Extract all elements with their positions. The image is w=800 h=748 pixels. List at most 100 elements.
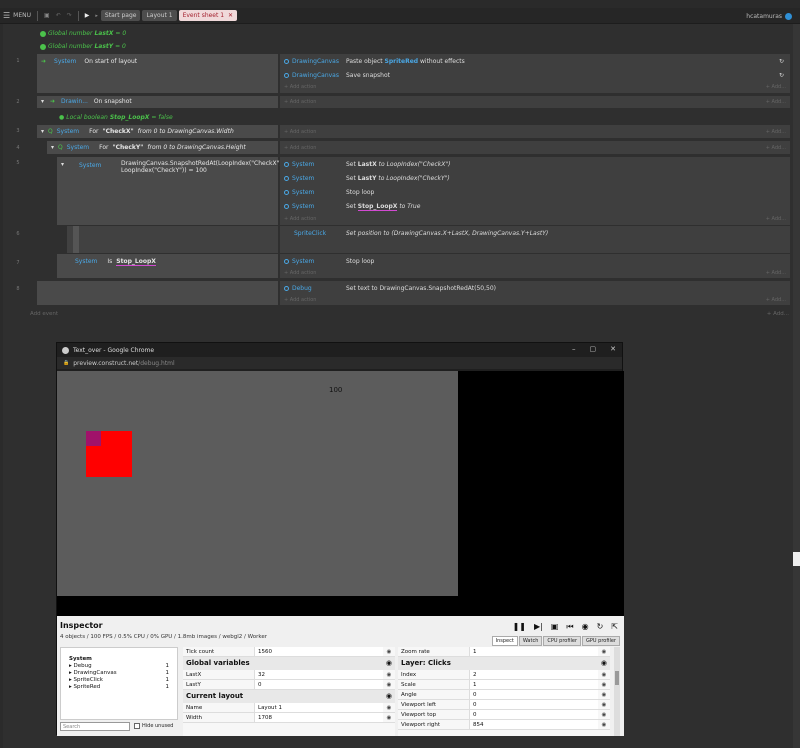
refresh-icon[interactable]: ↻	[779, 72, 784, 79]
action-row[interactable]: System Set Stop_LoopX to True	[280, 199, 790, 213]
chrome-titlebar[interactable]: Text_over - Google Chrome	[57, 343, 622, 357]
add-action-link[interactable]: + Add action + Add...	[280, 268, 790, 278]
property-row[interactable]: Tick count 1560 ◉	[183, 647, 395, 657]
collapse-icon[interactable]: ▾	[51, 144, 54, 151]
add-action-link[interactable]: + Add action + Add...	[280, 295, 790, 305]
property-row[interactable]: Angle 0 ◉	[398, 690, 610, 700]
tab-cpu-profiler[interactable]: CPU profiler	[543, 636, 581, 646]
event-6-condition[interactable]	[67, 226, 278, 253]
add-action-link[interactable]: + Add action + Add...	[280, 127, 790, 137]
event-1-condition[interactable]: ➜ System On start of layout	[37, 54, 278, 93]
tree-item[interactable]: System	[69, 656, 169, 663]
undo-icon[interactable]: ↶	[53, 8, 64, 24]
global-variable-lasty[interactable]: Global number LastY = 0	[3, 41, 793, 52]
tree-item[interactable]: ▸ SpriteClick 1	[69, 677, 169, 684]
tab-start-page[interactable]: Start page	[100, 10, 141, 21]
redo-icon[interactable]: ↷	[64, 8, 75, 24]
global-variable-lastx[interactable]: Global number LastX = 0	[3, 28, 793, 39]
tree-item[interactable]: ▸ Debug 1	[69, 663, 169, 670]
save-icon[interactable]: ▣	[41, 8, 53, 24]
property-row[interactable]: Scale 1 ◉	[398, 680, 610, 690]
event-3-condition[interactable]: ▾ Q System For "CheckX" from 0 to Drawin…	[37, 125, 278, 138]
camera-icon[interactable]: ◉	[582, 622, 589, 632]
tab-label: Event sheet 1	[182, 12, 225, 19]
collapse-icon[interactable]: ▾	[61, 161, 64, 168]
tab-gpu-profiler[interactable]: GPU profiler	[582, 636, 620, 646]
search-input[interactable]: Search	[60, 722, 130, 731]
property-row[interactable]: Viewport top 0 ◉	[398, 710, 610, 720]
eye-icon[interactable]: ◉	[598, 670, 610, 679]
action-row[interactable]: System Stop loop	[280, 185, 790, 199]
inspector-scrollbar[interactable]	[614, 647, 620, 736]
event-2-condition[interactable]: ▾ ➜ Drawin... On snapshot	[37, 96, 278, 108]
address-bar[interactable]: 🔒 preview.construct.net/debug.html	[57, 357, 622, 369]
rewind-icon[interactable]: ⏮	[566, 622, 573, 632]
local-variable[interactable]: ● Local boolean Stop_LoopX = false	[3, 112, 793, 122]
tree-item[interactable]: ▸ DrawingCanvas 1	[69, 670, 169, 677]
action-row[interactable]: SpriteClick Set position to (DrawingCanv…	[280, 226, 790, 240]
maximize-icon[interactable]: ▢	[590, 345, 597, 353]
popout-icon[interactable]: ⇱	[611, 622, 618, 632]
eye-icon[interactable]: ◉	[383, 703, 395, 712]
event-4-condition[interactable]: ▾ Q System For "CheckY" from 0 to Drawin…	[47, 141, 278, 154]
eye-icon[interactable]: ◉	[598, 710, 610, 719]
tab-inspect[interactable]: Inspect	[491, 636, 518, 646]
eye-icon[interactable]: ◉	[598, 720, 610, 729]
eye-icon[interactable]: ◉	[598, 680, 610, 689]
action-row[interactable]: System Stop loop	[280, 254, 790, 268]
close-icon[interactable]: ✕	[228, 12, 233, 19]
user-account[interactable]: hcatamuras	[746, 8, 792, 24]
property-row[interactable]: Viewport right 854 ◉	[398, 720, 610, 730]
eye-icon[interactable]: ◉	[601, 657, 607, 670]
refresh-icon[interactable]: ↻	[779, 58, 784, 65]
tab-watch[interactable]: Watch	[518, 636, 543, 646]
eye-icon[interactable]: ◉	[383, 680, 395, 689]
property-row[interactable]: LastY 0 ◉	[183, 680, 395, 690]
window-title: Text_over - Google Chrome	[73, 346, 155, 354]
collapse-icon[interactable]: ▾	[41, 128, 44, 135]
property-row[interactable]: Name Layout 1 ◉	[183, 703, 395, 713]
action-row[interactable]: Debug Set text to DrawingCanvas.Snapshot…	[280, 281, 790, 295]
add-event-link[interactable]: Add event + Add...	[3, 311, 793, 321]
save-icon[interactable]: ▣	[551, 622, 559, 632]
eye-icon[interactable]: ◉	[598, 700, 610, 709]
menu-button[interactable]: ☰ MENU	[0, 8, 34, 24]
eye-icon[interactable]: ◉	[383, 713, 395, 722]
scrollbar-thumb[interactable]	[793, 552, 800, 566]
eye-icon[interactable]: ◉	[383, 670, 395, 679]
play-icon[interactable]: ▶	[82, 8, 93, 24]
eye-icon[interactable]: ◉	[598, 690, 610, 699]
action-row[interactable]: System Set LastY to LoopIndex("CheckY")	[280, 171, 790, 185]
game-viewport[interactable]: 100	[57, 371, 624, 616]
property-row[interactable]: Zoom rate 1 ◉	[398, 647, 610, 657]
add-action-link[interactable]: + Add action + Add...	[280, 214, 790, 224]
action-row[interactable]: System Set LastX to LoopIndex("CheckX")	[280, 157, 790, 171]
eye-icon[interactable]: ◉	[386, 657, 392, 670]
tab-event-sheet-1[interactable]: Event sheet 1 ✕	[178, 10, 238, 21]
action-row[interactable]: DrawingCanvas Save snapshot ↻	[280, 68, 790, 82]
play-dropdown-icon[interactable]: ▸	[92, 8, 101, 24]
tab-layout-1[interactable]: Layout 1	[142, 10, 177, 21]
property-row[interactable]: Width 1708 ◉	[183, 713, 395, 723]
action-row[interactable]: DrawingCanvas Paste object SpriteRed wit…	[280, 54, 790, 68]
eye-icon[interactable]: ◉	[598, 647, 610, 656]
property-row[interactable]: LastX 32 ◉	[183, 670, 395, 680]
eye-icon[interactable]: ◉	[383, 647, 395, 656]
pause-icon[interactable]: ❚❚	[513, 622, 526, 632]
restart-icon[interactable]: ↻	[597, 622, 604, 632]
event-7-condition[interactable]: System Is Stop_LoopX	[57, 254, 278, 278]
add-action-link[interactable]: + Add action + Add...	[280, 82, 790, 92]
event-8-condition[interactable]	[37, 281, 278, 305]
event-5-condition[interactable]: ▾ System DrawingCanvas.SnapshotRedAt(Loo…	[57, 157, 284, 225]
property-row[interactable]: Index 2 ◉	[398, 670, 610, 680]
close-icon[interactable]: ✕	[610, 345, 616, 353]
property-row[interactable]: Viewport left 0 ◉	[398, 700, 610, 710]
hide-unused-checkbox[interactable]: Hide unused	[134, 723, 173, 729]
eye-icon[interactable]: ◉	[386, 690, 392, 703]
add-action-link[interactable]: + Add action + Add...	[280, 143, 790, 153]
collapse-icon[interactable]: ▾	[41, 98, 44, 105]
step-icon[interactable]: ▶|	[534, 622, 543, 632]
minimize-icon[interactable]: –	[572, 345, 576, 353]
tree-item[interactable]: ▸ SpriteRed 1	[69, 684, 169, 691]
add-action-link[interactable]: + Add action + Add...	[280, 97, 790, 107]
